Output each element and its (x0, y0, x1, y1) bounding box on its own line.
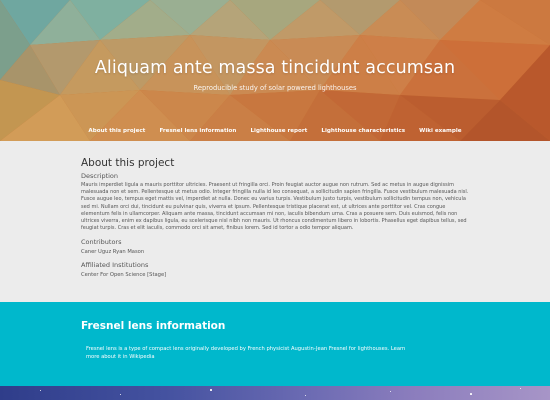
affiliated-institutions-list: Center For Open Science [Stage] (81, 272, 167, 279)
about-heading: About this project (81, 157, 175, 169)
description-label: Description (81, 172, 119, 180)
starfield-banner (0, 386, 550, 400)
contributors-label: Contributors (81, 238, 122, 247)
description-text: Mauris imperdiet ligula a mauris porttit… (81, 182, 469, 232)
affiliated-institutions-label: Affiliated Institutions (81, 261, 149, 270)
fresnel-description: Fresnel lens is a type of compact lens o… (86, 346, 406, 360)
nav-link-lighthouse-report[interactable]: Lighthouse report (250, 128, 307, 134)
nav-link-lighthouse-characteristics[interactable]: Lighthouse characteristics (321, 128, 405, 134)
star (520, 388, 521, 389)
fresnel-heading: Fresnel lens information (81, 320, 226, 332)
nav-link-wiki-example[interactable]: Wiki example (419, 128, 461, 134)
hero-header: Aliquam ante massa tincidunt accumsan Re… (0, 0, 550, 141)
contributors-list: Caner Uguz Ryan Mason (81, 249, 145, 256)
nav-link-fresnel-lens-information[interactable]: Fresnel lens information (159, 128, 236, 134)
star (390, 391, 391, 392)
about-content: About this project Description Mauris im… (81, 157, 471, 278)
star (470, 393, 472, 395)
main-navigation: About this project Fresnel lens informat… (0, 117, 550, 136)
site-subtitle: Reproducible study of solar powered ligh… (193, 84, 357, 92)
site-title: Aliquam ante massa tincidunt accumsan (94, 58, 456, 78)
star (40, 390, 41, 391)
star (120, 394, 121, 395)
nav-link-about-this-project[interactable]: About this project (88, 128, 145, 134)
star (210, 389, 212, 391)
star (305, 395, 306, 396)
about-section: About this project Description Mauris im… (0, 141, 550, 302)
fresnel-section: Fresnel lens information Fresnel lens is… (0, 302, 550, 386)
